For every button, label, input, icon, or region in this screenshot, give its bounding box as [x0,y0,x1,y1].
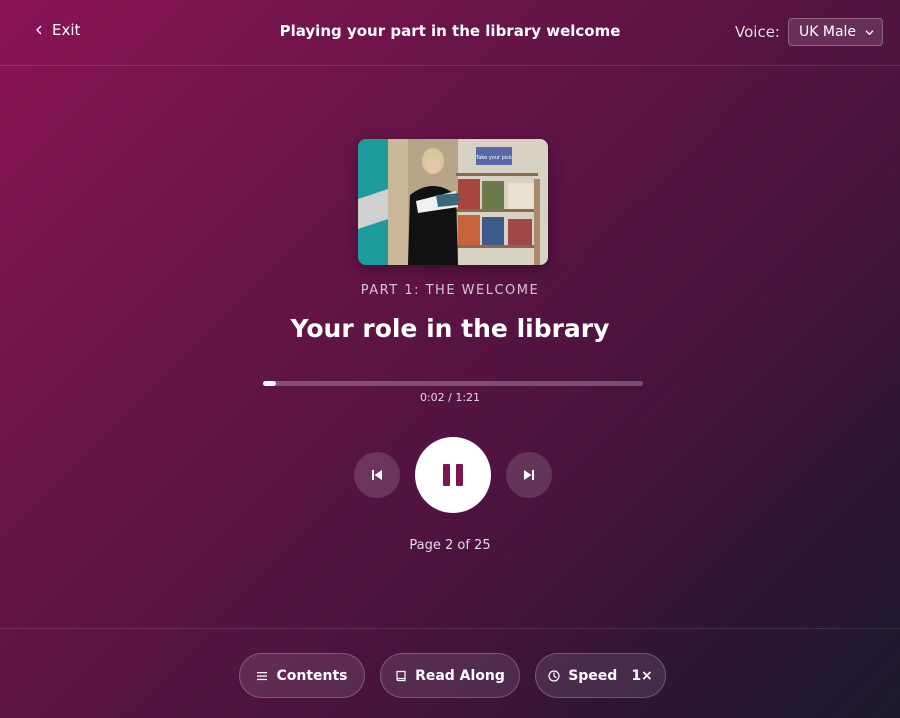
voice-selector: Voice: UK Male [735,18,883,46]
voice-dropdown[interactable]: UK Male [788,18,883,46]
progress-bar[interactable] [263,381,643,386]
read-along-label: Read Along [415,667,505,684]
time-display: 0:02 / 1:21 [419,391,481,404]
chevron-down-icon [865,29,874,35]
voice-label: Voice: [735,23,780,41]
pause-button[interactable] [415,437,491,513]
previous-button[interactable] [354,452,400,498]
pause-icon [443,464,463,486]
chapter-title: Your role in the library [290,314,610,343]
part-label: PART 1: THE WELCOME [360,283,540,298]
skip-next-icon [524,470,534,480]
video-thumbnail: Take your pick [358,139,548,265]
footer-bar: Contents Read Along Speed 1× [0,628,900,718]
thumbnail-sign-text: Take your pick [475,155,512,161]
list-icon [257,671,268,680]
header-bar: Exit Playing your part in the library we… [0,0,900,66]
contents-label: Contents [276,667,348,684]
speed-label: Speed [568,667,618,684]
progress-fill [263,381,276,386]
read-along-button[interactable]: Read Along [380,653,520,698]
book-icon [396,670,406,681]
clock-icon [548,669,560,682]
next-button[interactable] [506,452,552,498]
speed-button[interactable]: Speed 1× [535,653,666,698]
contents-button[interactable]: Contents [239,653,365,698]
speed-value: 1× [631,667,653,684]
skip-previous-icon [372,470,382,480]
page-indicator: Page 2 of 25 [409,538,491,553]
voice-selected-value: UK Male [799,24,857,40]
